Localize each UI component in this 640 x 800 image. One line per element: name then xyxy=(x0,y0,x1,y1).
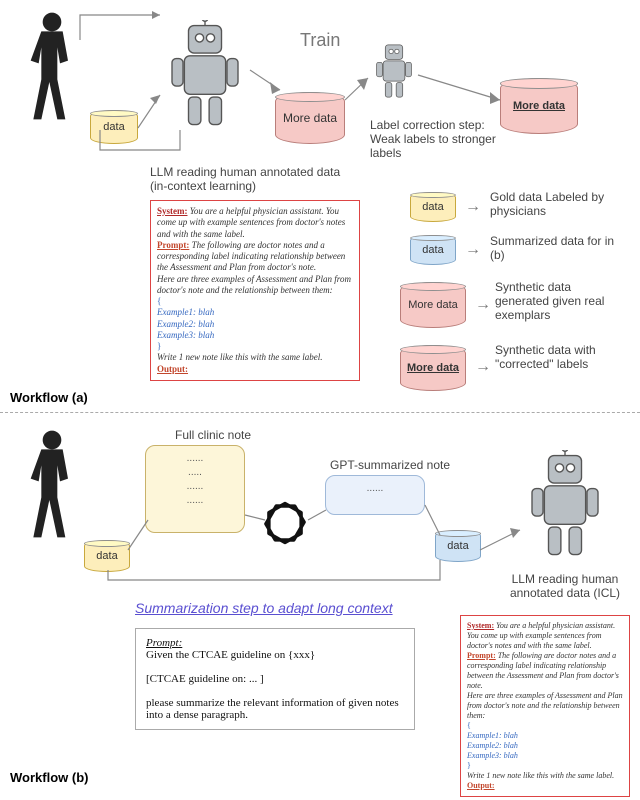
arrow-icon: → xyxy=(475,358,491,376)
data-cylinder-gold-a: data xyxy=(90,110,138,144)
ctcae-line3: please summarize the relevant informatio… xyxy=(146,697,399,721)
robot-icon-small xyxy=(370,42,418,100)
icl-prompt-box-b: System: You are a helpful physician assi… xyxy=(460,615,630,797)
cyl-label: data xyxy=(103,121,124,133)
cyl-label: data xyxy=(96,550,117,562)
arrow-icon: → xyxy=(465,241,481,259)
full-note-label: Full clinic note xyxy=(175,428,251,442)
workflow-a-label: Workflow (a) xyxy=(10,390,88,405)
ex3: Example3: blah xyxy=(157,330,214,340)
more-data-cylinder-a: More data xyxy=(275,92,345,144)
separator xyxy=(0,412,640,413)
cyl-label: More data xyxy=(407,362,459,374)
data-cylinder-blue-b: data xyxy=(435,530,481,562)
llm-caption-a: LLM reading human annotated data (in-con… xyxy=(150,165,350,193)
robot-icon-large xyxy=(160,20,250,130)
legend-cyl-gold: data xyxy=(410,192,456,222)
gpt-note-card: ...... xyxy=(325,475,425,515)
human-icon-b xyxy=(22,428,82,548)
legend-text-summ: Summarized data for in (b) xyxy=(490,234,620,262)
cyl-label: More data xyxy=(513,100,565,112)
output-label: Output: xyxy=(467,781,495,790)
ctcae-line2: [CTCAE guideline on: ... ] xyxy=(146,673,264,685)
summarization-link: Summarization step to adapt long context xyxy=(135,600,393,616)
prompt-tail: Write 1 new note like this with the same… xyxy=(467,771,614,780)
icl-prompt-box-a: System: You are a helpful physician assi… xyxy=(150,200,360,381)
ex2: Example2: blah xyxy=(467,741,518,750)
data-cylinder-gold-b1: data xyxy=(84,540,130,572)
legend-cyl-summ: data xyxy=(410,235,456,265)
system-label: System: xyxy=(157,206,188,216)
ex3: Example3: blah xyxy=(467,751,518,760)
full-note-card: ...... ..... ...... ...... xyxy=(145,445,245,533)
prompt-lead: Here are three examples of Assessment an… xyxy=(467,691,623,720)
ex1: Example1: blah xyxy=(157,307,214,317)
human-icon xyxy=(22,10,82,130)
output-label: Output: xyxy=(157,364,188,374)
system-label: System: xyxy=(467,621,494,630)
legend-text-corr: Synthetic data with "corrected" labels xyxy=(495,343,625,371)
ctcae-line1: Given the CTCAE guideline on {xxx} xyxy=(146,649,315,661)
cyl-label: More data xyxy=(408,299,458,311)
cyl-label: data xyxy=(447,540,468,552)
llm-caption-b: LLM reading human annotated data (ICL) xyxy=(500,572,630,600)
diagram-canvas: data More data Train More data LLM readi… xyxy=(0,0,640,800)
arrow-icon: → xyxy=(465,198,481,216)
prompt-tail: Write 1 new note like this with the same… xyxy=(157,352,322,362)
train-label: Train xyxy=(300,30,340,51)
workflow-b-label: Workflow (b) xyxy=(10,770,88,785)
ex2: Example2: blah xyxy=(157,319,214,329)
gpt-note-label: GPT-summarized note xyxy=(330,458,450,472)
ex1: Example1: blah xyxy=(467,731,518,740)
arrow-icon: → xyxy=(475,296,491,314)
legend-text-gold: Gold data Labeled by physicians xyxy=(490,190,620,218)
ctcae-prompt-label: Prompt: xyxy=(146,637,182,649)
legend-cyl-corr: More data xyxy=(400,345,466,391)
correction-caption: Label correction step: Weak labels to st… xyxy=(370,118,520,160)
legend-cyl-syn: More data xyxy=(400,282,466,328)
prompt-label: Prompt: xyxy=(467,651,496,660)
cyl-label: data xyxy=(422,244,443,256)
robot-icon-b xyxy=(520,450,610,560)
ctcae-prompt-box: Prompt: Given the CTCAE guideline on {xx… xyxy=(135,628,415,730)
openai-icon xyxy=(262,500,308,546)
cyl-label: More data xyxy=(283,111,337,125)
prompt-lead: Here are three examples of Assessment an… xyxy=(157,274,351,295)
cyl-label: data xyxy=(422,201,443,213)
prompt-label: Prompt: xyxy=(157,240,189,250)
legend-text-syn: Synthetic data generated given real exem… xyxy=(495,280,625,322)
